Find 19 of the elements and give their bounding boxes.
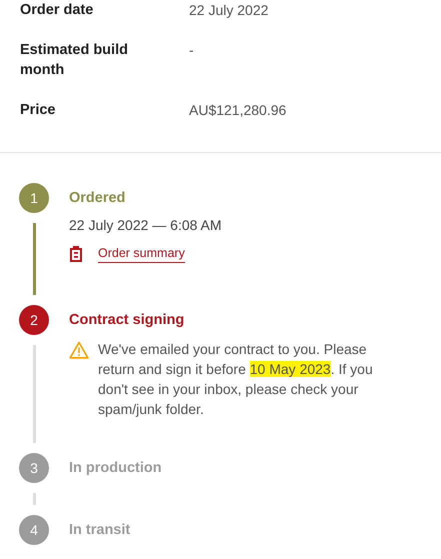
step-title: Contract signing [69, 311, 186, 330]
step-number: 4 [19, 515, 49, 545]
field-label: Order date [20, 1, 94, 20]
step-date: 22 July 2022 — 6:08 AM [69, 217, 223, 233]
step-title: In transit [69, 521, 132, 540]
contract-message: We've emailed your contract to you. Please return and sign it before 10 May 2023. If you don't see in your inbox, please check your spam/junk folder. [98, 340, 374, 419]
field-value: - [189, 41, 194, 60]
order-summary-link[interactable]: Order summary [98, 246, 185, 262]
field-label: Estimated build month [20, 41, 129, 80]
clipboard-icon [69, 245, 83, 263]
step-title: Ordered [69, 189, 126, 208]
step-number: 1 [19, 183, 49, 213]
step-number: 2 [19, 305, 49, 335]
field-label: Price [20, 101, 56, 120]
step-title: In production [69, 459, 163, 478]
warning-icon [69, 341, 89, 359]
field-value: AU$121,280.96 [189, 101, 286, 120]
step-number: 3 [19, 453, 49, 483]
field-value: 22 July 2022 [189, 1, 268, 20]
